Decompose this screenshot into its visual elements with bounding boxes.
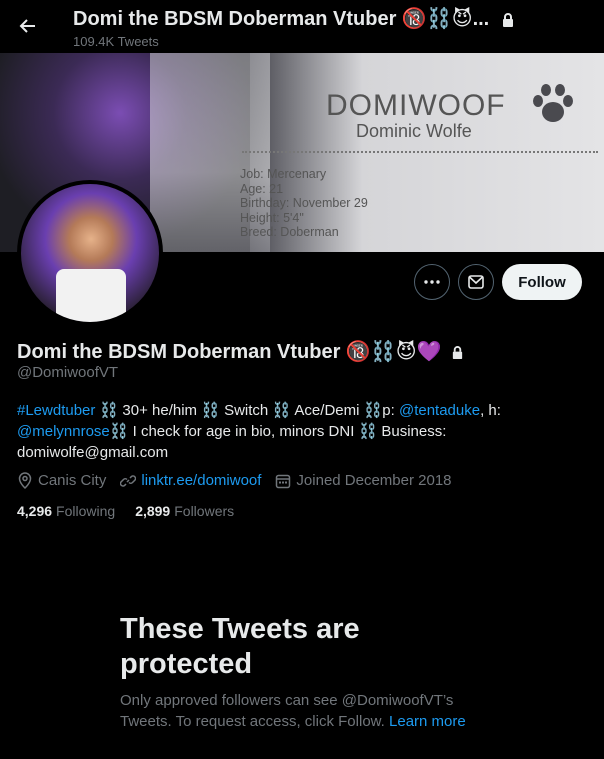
website-link[interactable]: linktr.ee/domiwoof [141,472,261,489]
banner-divider [242,151,598,153]
link-icon [120,474,137,487]
banner-subtitle: Dominic Wolfe [356,121,472,141]
message-icon [468,275,484,289]
more-icon [424,280,440,284]
banner-info-height: Height: 5'4" [240,210,304,225]
location-item: Canis City [17,472,106,489]
followers-count: 2,899 [135,503,171,519]
top-bar: Domi the BDSM Doberman Vtuber 🔞⛓️😈... 10… [0,0,604,53]
website-item: linktr.ee/domiwoof [120,472,261,489]
follow-stats: 4,296 Following 2,899 Followers [17,503,254,519]
bio-text-2: , h: [480,402,501,419]
lock-icon [502,12,513,27]
banner-info-job: Job: Mercenary [240,167,327,181]
banner-info-birthday: Birthday: November 29 [240,196,368,210]
joined-text: Joined December 2018 [296,472,452,489]
protected-title: These Tweets are protected [120,613,360,680]
back-arrow-icon[interactable] [14,12,42,40]
mention-link-melynnrose[interactable]: @melynnrose [17,423,110,440]
avatar[interactable] [17,180,163,326]
hashtag-link[interactable]: #Lewdtuber [17,402,95,419]
paw-icon [530,83,576,138]
following-count: 4,296 [17,503,53,519]
joined-item: Joined December 2018 [275,472,452,489]
message-button[interactable] [458,264,494,300]
lock-icon [452,346,463,360]
location-icon [18,472,32,489]
bio-text-1: ⛓️ 30+ he/him ⛓️ Switch ⛓️ Ace/Demi ⛓️p: [95,402,399,419]
banner-info-age: Age: 21 [240,181,284,196]
following-stat[interactable]: 4,296 Following [17,503,115,519]
header-display-name: Domi the BDSM Doberman Vtuber 🔞⛓️😈... [73,6,515,31]
mention-link-tentaduke[interactable]: @tentaduke [399,402,480,419]
profile-bio: #Lewdtuber ⛓️ 30+ he/him ⛓️ Switch ⛓️ Ac… [17,400,587,463]
follow-button[interactable]: Follow [502,264,582,300]
banner-title: DOMIWOOF [326,89,506,122]
protected-description: Only approved followers can see @Domiwoo… [120,690,490,732]
followers-label: Followers [174,503,235,519]
more-button[interactable] [414,264,450,300]
followers-stat[interactable]: 2,899 Followers [135,503,234,519]
tweet-count: 109.4K Tweets [73,34,159,49]
avatar-shirt [56,269,126,322]
banner-info: Job: Mercenary Age: 21 Birthday: Novembe… [240,167,368,240]
banner-info-breed: Breed: Doberman [240,225,339,239]
location-text: Canis City [38,472,107,489]
profile-name: Domi the BDSM Doberman Vtuber 🔞⛓️😈💜 [17,339,464,364]
learn-more-link[interactable]: Learn more [389,713,466,730]
profile-meta: Canis City linktr.ee/domiwoof Joined Dec… [17,472,466,489]
calendar-icon [276,474,291,488]
profile-handle: @DomiwoofVT [17,364,119,381]
following-label: Following [56,503,116,519]
